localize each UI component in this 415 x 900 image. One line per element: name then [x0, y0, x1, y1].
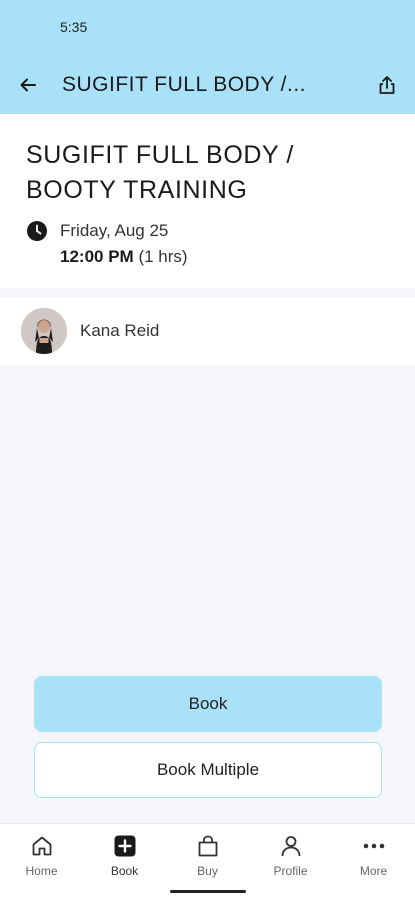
instructor-photo — [21, 308, 67, 354]
nav-home[interactable]: Home — [0, 824, 83, 900]
book-multiple-button[interactable]: Book Multiple — [34, 742, 382, 798]
avatar — [21, 308, 67, 354]
back-button[interactable] — [14, 71, 42, 99]
nav-buy[interactable]: Buy — [166, 824, 249, 900]
app-bar-title: SUGIFIT FULL BODY /... — [62, 73, 306, 96]
class-time-line: 12:00 PM (1 hrs) — [60, 247, 188, 267]
class-title: SUGIFIT FULL BODY / BOOTY TRAINING — [26, 141, 294, 204]
more-dots-icon — [361, 833, 387, 859]
nav-more-label: More — [359, 864, 388, 878]
book-button[interactable]: Book — [34, 676, 382, 732]
class-time: 12:00 PM — [60, 247, 134, 266]
plus-square-icon — [112, 833, 138, 859]
app-bar: SUGIFIT FULL BODY /... — [0, 56, 415, 114]
instructor-row[interactable]: Kana Reid — [0, 297, 415, 365]
instructor-name: Kana Reid — [80, 321, 160, 340]
nav-home-label: Home — [25, 864, 58, 878]
share-button[interactable] — [373, 71, 401, 99]
clock-icon — [27, 221, 47, 241]
class-duration: (1 hrs) — [138, 247, 188, 266]
person-icon — [278, 833, 304, 859]
status-time: 5:35 — [60, 19, 88, 35]
bottom-nav: Home Book Buy Profile More — [0, 823, 415, 900]
class-date: Friday, Aug 25 — [60, 221, 169, 240]
nav-profile-label: Profile — [273, 864, 308, 878]
home-indicator — [170, 890, 246, 893]
class-header-card: SUGIFIT FULL BODY / BOOTY TRAINING Frida… — [0, 114, 415, 288]
nav-book[interactable]: Book — [83, 824, 166, 900]
arrow-left-icon — [20, 78, 36, 92]
home-icon — [29, 833, 55, 859]
share-icon — [379, 76, 395, 94]
nav-more[interactable]: More — [332, 824, 415, 900]
nav-buy-label: Buy — [197, 864, 218, 878]
nav-profile[interactable]: Profile — [249, 824, 332, 900]
nav-book-label: Book — [110, 864, 139, 878]
status-bar: 5:35 — [0, 0, 415, 56]
shopping-bag-icon — [195, 833, 221, 859]
